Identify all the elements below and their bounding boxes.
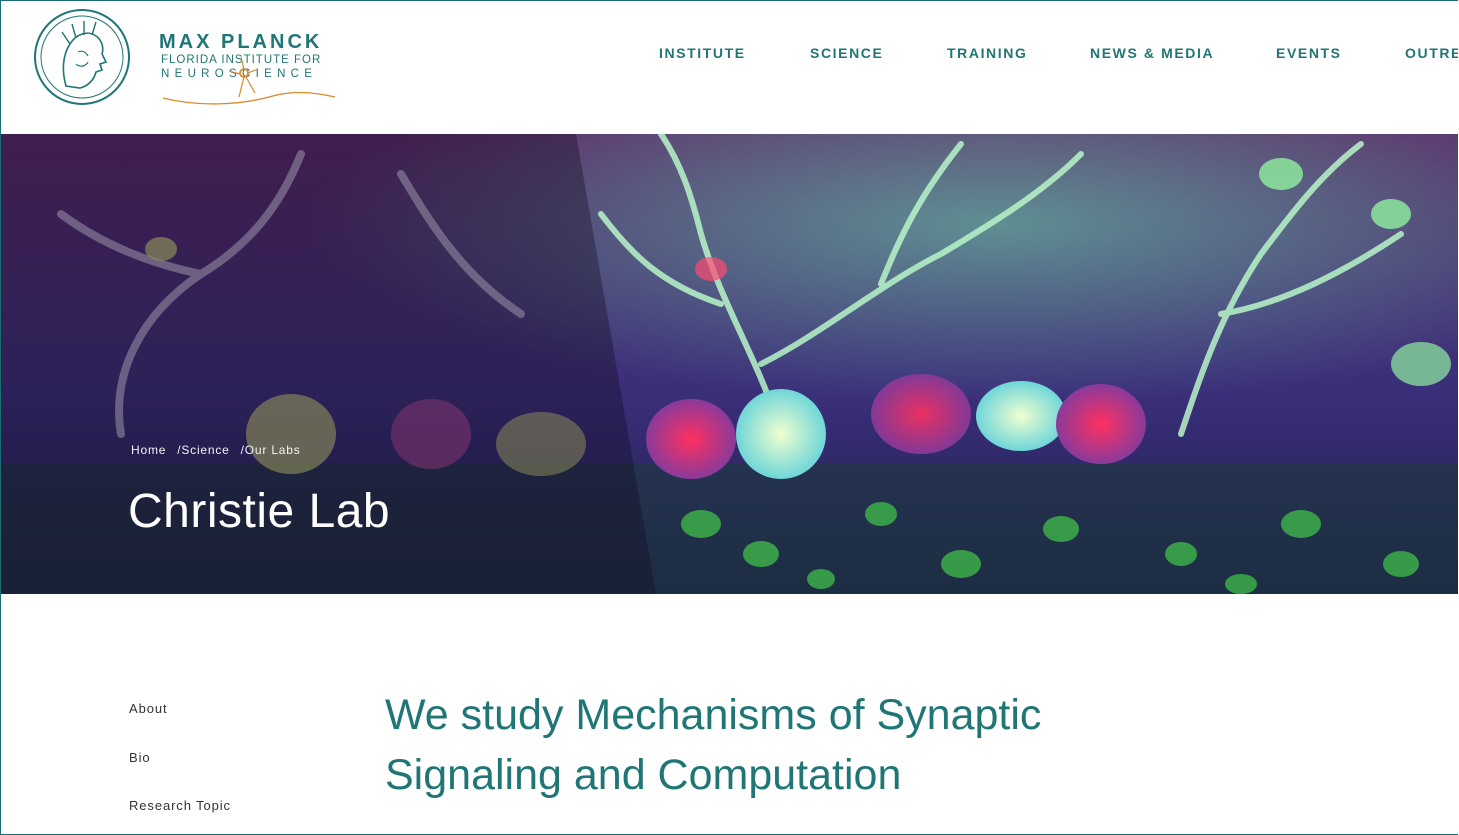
nav-institute[interactable]: INSTITUTE <box>659 45 746 61</box>
sidebar-item-research-topic[interactable]: Research Topic <box>129 798 231 813</box>
breadcrumb-home[interactable]: Home <box>131 443 166 457</box>
brand-title: MAX PLANCK <box>159 31 323 53</box>
neuron-icon <box>162 56 336 105</box>
site-header: MAX PLANCK FLORIDA INSTITUTE FOR NEUROSC… <box>1 1 1458 134</box>
nav-events[interactable]: EVENTS <box>1276 45 1342 61</box>
breadcrumb-our-labs[interactable]: Our Labs <box>245 443 301 457</box>
sidebar-item-bio[interactable]: Bio <box>129 750 151 765</box>
minerva-seal-icon[interactable] <box>32 8 132 106</box>
nav-news-media[interactable]: NEWS & MEDIA <box>1090 45 1214 61</box>
page-frame: MAX PLANCK FLORIDA INSTITUTE FOR NEUROSC… <box>0 0 1458 835</box>
nav-outreach[interactable]: OUTREA <box>1405 45 1458 61</box>
nav-science[interactable]: SCIENCE <box>810 45 883 61</box>
institute-logo-text[interactable]: MAX PLANCK FLORIDA INSTITUTE FOR NEUROSC… <box>159 31 359 111</box>
nav-training[interactable]: TRAINING <box>947 45 1027 61</box>
lab-headline: We study Mechanisms of Synaptic Signalin… <box>385 691 1042 799</box>
breadcrumb: Home/Science/Our Labs <box>131 443 301 457</box>
hero-banner: Home/Science/Our Labs Christie Lab <box>1 134 1458 594</box>
breadcrumb-science[interactable]: Science <box>181 443 229 457</box>
page-title: Christie Lab <box>128 485 391 538</box>
sidebar-item-about[interactable]: About <box>129 701 167 716</box>
